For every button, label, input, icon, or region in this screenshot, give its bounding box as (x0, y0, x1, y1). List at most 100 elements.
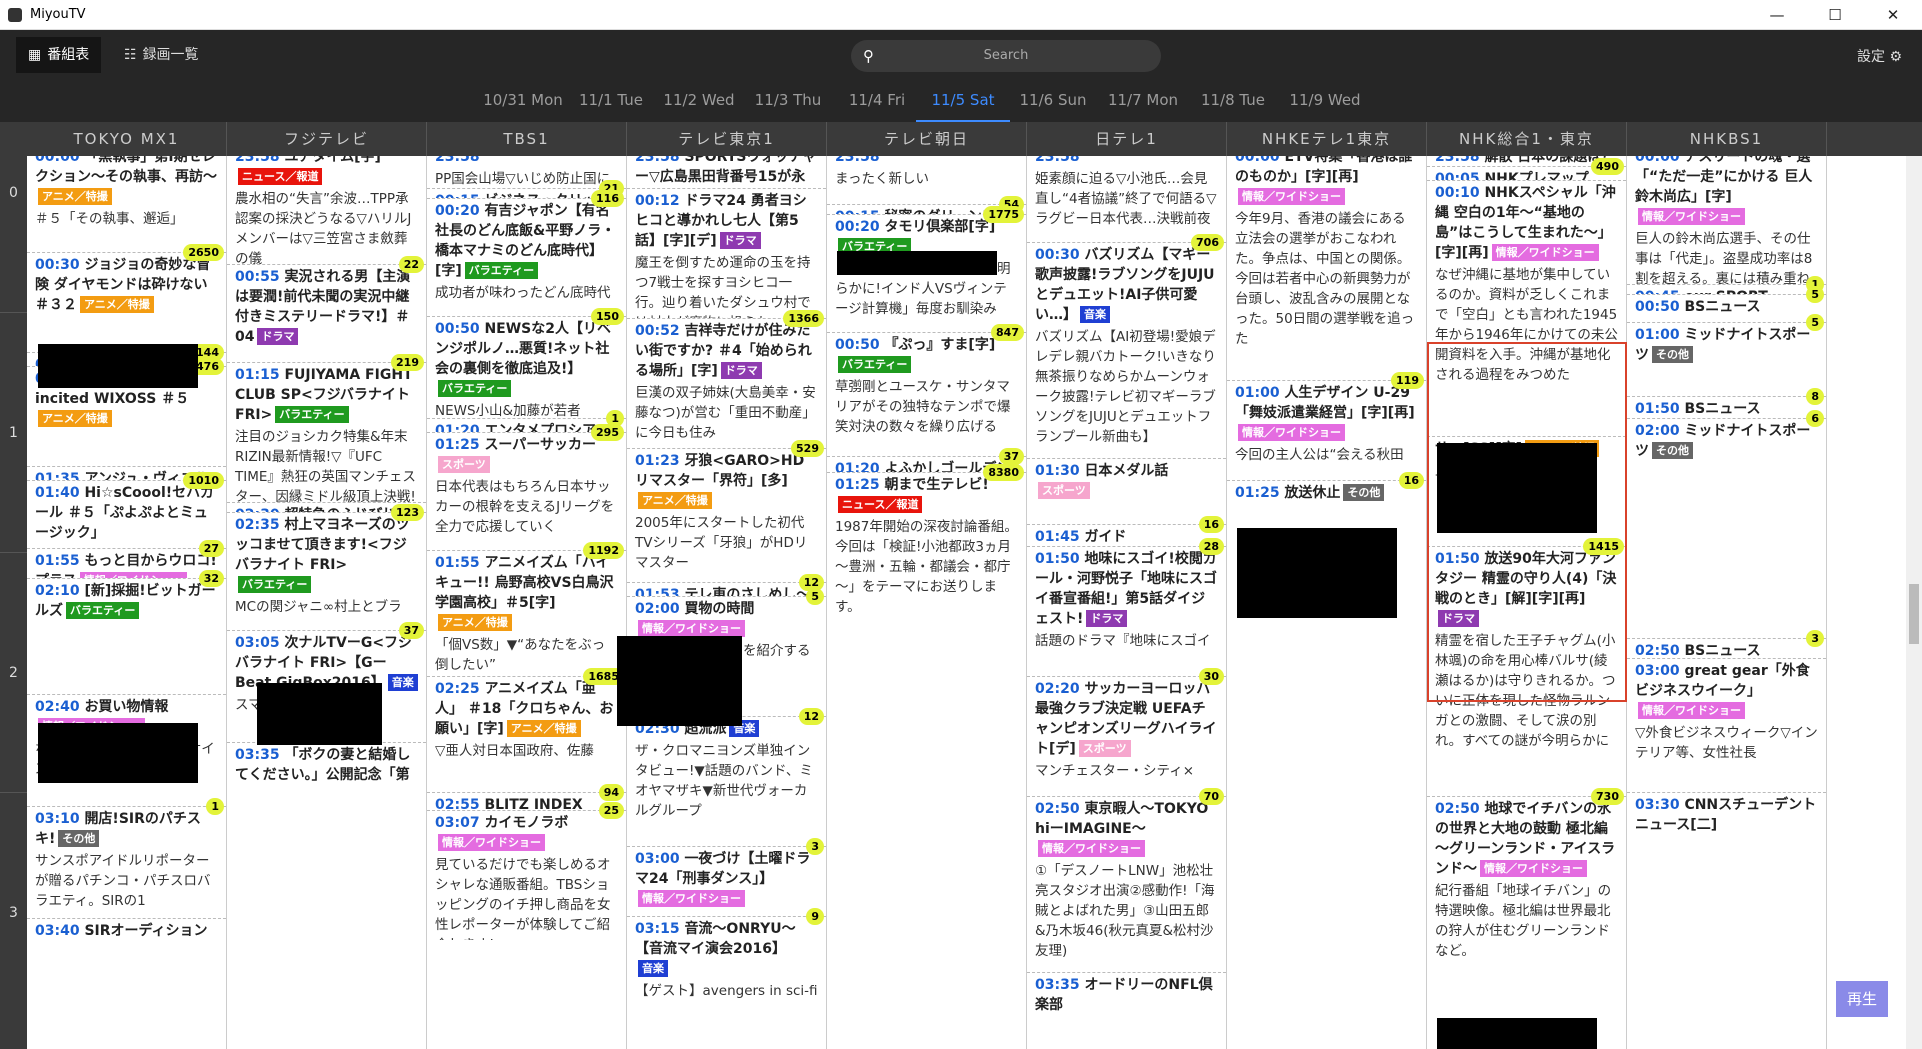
program-cell[interactable]: 02:00 ミッドナイトスポーツ その他 (1627, 418, 1826, 638)
program-cell[interactable]: 02:50 東京暇人～TOKYO hiーIMAGINE～情報／ワイドショー ①「デ… (1027, 796, 1226, 972)
program-cell[interactable]: 01:50 BSニュース (1627, 396, 1826, 418)
program-time: 03:15 (635, 921, 685, 937)
program-cell[interactable]: 01:25 スーパーサッカースポーツ 日本代表はもちろん日本サッカーの根幹を支える… (427, 432, 626, 550)
tab-label: 録画一覧 (142, 47, 199, 63)
program-cell[interactable]: 03:30 CNNスチューデントニュース[二] (1627, 792, 1826, 912)
close-button[interactable]: ✕ (1864, 0, 1922, 30)
scrollbar-thumb[interactable] (1909, 584, 1919, 644)
program-cell[interactable]: 23:58 PP国会山場▽いじめ防止国に訴え”笑顔の写真”遺族 (427, 156, 626, 188)
channel-column: 23:58 姫素顔に迫る▽小池氏…会見直し“4者協議”終了で何語る▽ラグビー日本… (1027, 156, 1227, 1049)
genre-badge: 情報／ワイドショー (1480, 860, 1587, 877)
play-button[interactable]: 再生 (1836, 981, 1888, 1017)
vertical-scrollbar[interactable] (1906, 156, 1922, 1049)
program-cell[interactable]: 23:58 SPORTSウォッチャー▽広島黒田背番号15が永久欠番 (627, 156, 826, 188)
program-cell[interactable]: 03:10 開店!SIRのパチスキ! その他 サンスポアイドルリポーターが贈るパチン… (27, 806, 226, 918)
program-cell[interactable]: 03:07 カイモノラボ情報／ワイドショー 見ているだけでも楽しめるオシャレな通販… (427, 810, 626, 940)
program-cell[interactable]: 00:50 NEWSな2人【リベンジポルノ…悪質!ネット社会の裏側を徹底追及!】… (427, 316, 626, 418)
program-title-text: お買い物情報 (84, 699, 169, 715)
program-description: 今回の主人公は“会える秋田 (1235, 447, 1404, 463)
program-cell[interactable]: 00:50 『ぷっ』すま[字] バラエティー 草彅剛とユースケ・サンタマリアがその独… (827, 332, 1026, 456)
program-time: 00:12 (635, 193, 685, 209)
date-tab[interactable]: 11/7 Mon (1096, 80, 1190, 122)
date-tab[interactable]: 11/4 Fri (830, 80, 924, 122)
settings-button[interactable]: 設定 ⚙ (1857, 46, 1902, 66)
program-cell[interactable]: 01:30 日本メダル話スポーツ (1027, 458, 1226, 524)
search-icon: ⚲ (863, 47, 874, 65)
program-cell[interactable]: 00:55 実況される男【主演は要潤!前代未聞の実況中継付きミステリードラマ!】… (227, 264, 426, 362)
program-cell[interactable]: 00:45 our SPORT (1627, 284, 1826, 294)
maximize-button[interactable]: ☐ (1806, 0, 1864, 30)
comment-count-badge: 1010 (183, 472, 224, 489)
program-time: 03:00 (635, 851, 685, 867)
program-title-text: テレ東のさしめし～ (684, 587, 811, 596)
program-cell[interactable]: 01:15 FUJIYAMA FIGHT CLUB SP<フジバラナイト FRI… (227, 362, 426, 502)
date-tab[interactable]: 11/1 Tue (564, 80, 658, 122)
program-cell[interactable]: 03:40 SIRオーディション (27, 918, 226, 948)
program-cell[interactable]: 00:10 NHKスペシャル「沖縄 空白の1年～“基地の島”はこうして生まれた～… (1427, 180, 1626, 436)
program-cell[interactable]: 00:00 アスリートの魂・選「“ただ一走”にかける 巨人 鈴木尚広」[字]情報… (1627, 156, 1826, 284)
program-cell[interactable]: 03:35 「ボクの妻と結婚してください。」公開記念「第 (227, 742, 426, 842)
program-description: 2005年にスタートした初代TVシリーズ「牙狼」がHDリマスター (635, 515, 808, 571)
program-cell[interactable]: 23:58 ユアタイム[字] ニュース／報道 農水相の“失言”余波…TPP承認案の採… (227, 156, 426, 270)
date-tab[interactable]: 11/6 Sun (1006, 80, 1100, 122)
program-cell[interactable]: 02:50 地球でイチバンの氷の世界と大地の鼓動 極北編～グリーンランド・アイス… (1427, 796, 1626, 1006)
program-cell[interactable]: 01:50 放送90年大河ファンタジー 精霊の守り人(4)「決戦のとき」[解][… (1427, 546, 1626, 796)
program-cell[interactable]: 02:25 アニメイズム「亜人」 ＃18「クロちゃん、お願い」[字] アニメ／特撮… (427, 676, 626, 792)
program-cell[interactable]: 00:00 ETV特集「香港は誰のものか」[字][再]情報／ワイドショー 今年9月… (1227, 156, 1426, 380)
genre-badge: バラエティー (238, 576, 312, 593)
program-cell[interactable]: 00:50 BSニュース (1627, 294, 1826, 322)
date-tab[interactable]: 11/8 Tue (1186, 80, 1280, 122)
tab-recordings[interactable]: ☷ 録画一覧 (112, 37, 211, 73)
date-tab[interactable]: 11/2 Wed (652, 80, 746, 122)
date-tab[interactable]: 11/5 Sat (916, 80, 1010, 122)
program-title: 00:00 ETV特集「香港は誰のものか」[字][再]情報／ワイドショー (1235, 156, 1418, 207)
program-cell[interactable]: 01:55 もっと目からウロコ!プラス情報／ワイドショー (27, 548, 226, 578)
program-cell[interactable]: 01:50 地味にスゴイ!校閲ガール・河野悦子「地味にスゴイ番宣番組!」第5話ダ… (1027, 546, 1226, 676)
search-input[interactable]: ⚲ Search (851, 40, 1161, 72)
date-tab[interactable]: 11/3 Thu (741, 80, 835, 122)
program-title-text: 買物の時間 (684, 601, 755, 617)
program-cell[interactable]: 01:40 Hi☆sCoool!セハガール ＃５「ぷよぷよとミュージック」 (27, 480, 226, 548)
date-tab[interactable]: 11/9 Wed (1278, 80, 1372, 122)
program-cell[interactable]: 00:52 吉祥寺だけが住みたい街ですか? ＃4「始められる場所」[字] ドラマ巨… (627, 318, 826, 448)
program-cell[interactable]: 03:00 一夜づけ【土曜ドラマ24「刑事ダンス」】情報／ワイドショー (627, 846, 826, 916)
program-time: 00:05 (1435, 171, 1485, 180)
program-cell[interactable]: 03:35 オードリーのNFL倶楽部 (1027, 972, 1226, 1032)
program-cell[interactable]: 00:00 「黒執事」第Ⅰ期セレクション～その執事、再訪～アニメ／特撮 ＃５「その… (27, 156, 226, 252)
hour-label: 0 (0, 156, 27, 312)
comment-count-badge: 1775 (983, 206, 1024, 223)
program-cell[interactable]: 01:53 テレ東のさしめし～ (627, 582, 826, 596)
program-title-text: ガイド (1084, 529, 1127, 545)
channel-name: テレビ東京1 (627, 122, 827, 156)
program-cell[interactable]: 02:50 BSニュース (1627, 638, 1826, 658)
program-cell[interactable]: 01:25 朝まで生テレビ! ニュース／報道 1987年開始の深夜討論番組。今回は「… (827, 472, 1026, 722)
program-time: 03:40 (35, 923, 85, 939)
program-cell[interactable]: 01:00 人生デザイン U-29「舞妓派遣業経営」[字][再]情報／ワイドショ… (1227, 380, 1426, 480)
channel-name: NHK総合1・東京 (1427, 122, 1627, 156)
program-cell[interactable]: 02:35 村上マヨネーズのツッコませて頂きます!<フジバラナイト FRI>バラ… (227, 512, 426, 630)
program-title: 23:58 SPORTSウォッチャー▽広島黒田背番号15が永久欠番 (635, 156, 818, 188)
genre-badge: ドラマ (257, 328, 299, 345)
program-cell[interactable]: 03:15 音流～ONRYU～【音流マイ演会2016】音楽 【ゲスト】avenge… (627, 916, 826, 1036)
program-cell[interactable]: 02:10 [新]採掘!ビットガールズ バラエティー (27, 578, 226, 694)
program-cell[interactable]: 01:00 ミッドナイトスポーツ その他 (1627, 322, 1826, 396)
program-cell[interactable]: 01:23 牙狼<GARO>HDリマスター「界符」[多]アニメ／特撮 2005年に… (627, 448, 826, 582)
program-cell[interactable]: 03:00 great gear「外食ビジネスウイーク」情報／ワイドショー ▽外食… (1627, 658, 1826, 792)
program-cell[interactable]: 02:55 BLITZ INDEX情報／ワイドショー (427, 792, 626, 810)
program-cell[interactable]: 00:12 ドラマ24 勇者ヨシヒコと導かれし七人【第5話】[字][デ] ドラマ魔… (627, 188, 826, 318)
comment-count-badge: 116 (591, 190, 624, 207)
minimize-button[interactable]: — (1748, 0, 1806, 30)
program-cell[interactable]: 23:58 姫素顔に迫る▽小池氏…会見直し“4者協議”終了で何語る▽ラグビー日本… (1027, 156, 1226, 242)
program-title-text: スーパーサッカー (484, 437, 597, 453)
program-cell[interactable]: 01:55 アニメイズム「ハイキュー!! 烏野高校VS白鳥沢学園高校」＃5[字]… (427, 550, 626, 676)
tab-program-guide[interactable]: ▦ 番組表 (16, 37, 102, 73)
date-tab[interactable]: 10/31 Mon (476, 80, 570, 122)
program-cell[interactable]: 02:20 サッカーヨーロッパ最強クラブ決定戦 UEFAチャンピオンズリーグハイ… (1027, 676, 1226, 796)
program-cell[interactable]: 00:30 バズリズム【マギー歌声披露!ラブソングをJUJUとデュエット!AI子… (1027, 242, 1226, 458)
program-cell[interactable]: 02:30 超流派 音楽 ザ・クロマニヨンズ単独インタビュー!▼話題のバンド、ミオヤ… (627, 716, 826, 846)
program-time: 01:53 (635, 587, 685, 596)
program-cell[interactable]: 00:20 有吉ジャポン【有名社長のどん底飯&平野ノラ・橋本マナミのどん底時代】… (427, 198, 626, 316)
program-cell[interactable]: 00:30 ジョジョの奇妙な冒険 ダイヤモンドは砕けない ＃３２ アニメ／特撮 (27, 252, 226, 352)
program-cell[interactable]: 23:58 まったく新しい (827, 156, 1026, 204)
program-cell[interactable]: 01:45 ガイド (1027, 524, 1226, 546)
